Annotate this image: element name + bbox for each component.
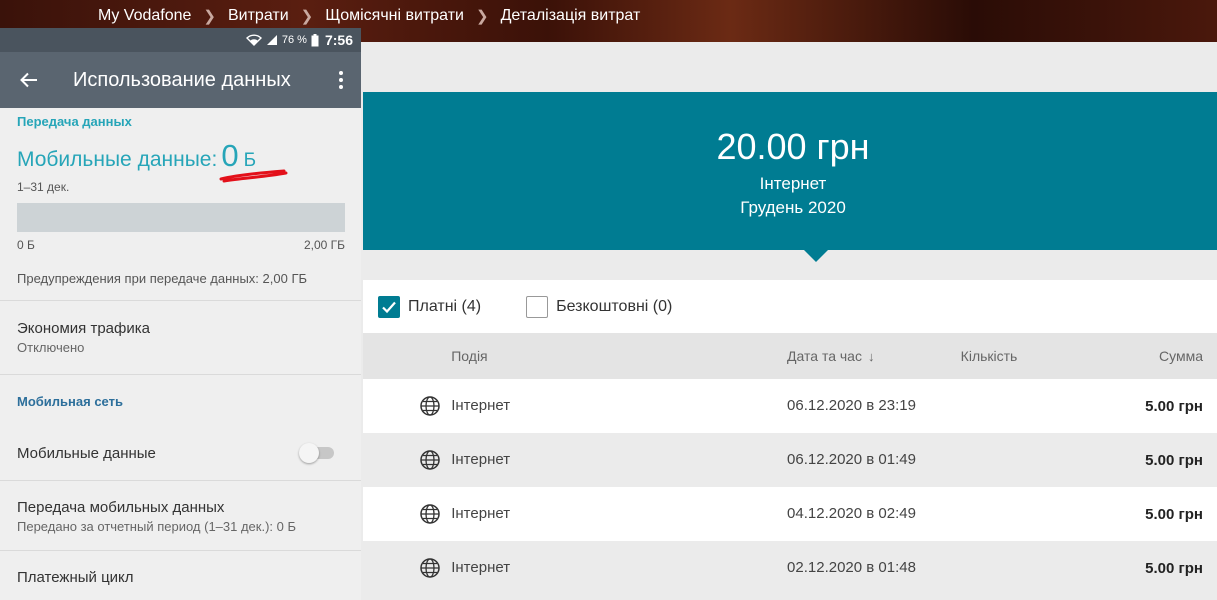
- more-vert-icon: [339, 71, 343, 89]
- expense-summary-banner: 20.00 грн Інтернет Грудень 2020: [363, 92, 1217, 250]
- breadcrumb-separator-icon: ❯: [475, 8, 489, 25]
- row-datetime: 06.12.2020 в 01:49: [787, 450, 916, 468]
- expense-table: Подія Дата та час ↓ Кількість Сумма Інтер…: [363, 333, 1217, 595]
- column-datetime-label: Дата та час: [787, 348, 862, 364]
- signal-icon: [266, 35, 277, 45]
- table-row: Інтернет 06.12.2020 в 01:49 5.00 грн: [363, 433, 1217, 487]
- globe-icon: [363, 503, 451, 525]
- table-header: Подія Дата та час ↓ Кількість Сумма: [363, 333, 1217, 379]
- table-row: Інтернет 04.12.2020 в 02:49 5.00 грн: [363, 487, 1217, 541]
- column-sum: Сумма: [1159, 348, 1203, 364]
- mobile-data-toggle-item[interactable]: Мобильные данные: [0, 442, 361, 464]
- row-sum: 5.00 грн: [1145, 505, 1203, 523]
- section-data-transfer: Передача данных: [17, 114, 132, 129]
- row-sum: 5.00 грн: [1145, 451, 1203, 469]
- row-datetime: 06.12.2020 в 23:19: [787, 396, 916, 414]
- globe-icon: [363, 557, 451, 579]
- row-sum: 5.00 грн: [1145, 397, 1203, 415]
- row-event: Інтернет: [451, 396, 511, 414]
- filter-free-label: Безкоштовні (0): [556, 297, 673, 315]
- row-sum: 5.00 грн: [1145, 559, 1203, 577]
- banner-pointer: [804, 250, 828, 262]
- billing-cycle-item[interactable]: Платежный цикл: [0, 551, 361, 586]
- usage-bar-labels: 0 Б 2,00 ГБ: [0, 238, 361, 252]
- summary-service: Інтернет: [759, 174, 827, 193]
- summary-period: Грудень 2020: [740, 198, 846, 217]
- filter-free[interactable]: Безкоштовні (0): [526, 295, 673, 318]
- free-checkbox[interactable]: [526, 295, 549, 318]
- row-event: Інтернет: [451, 504, 511, 522]
- column-datetime[interactable]: Дата та час ↓: [787, 348, 961, 364]
- billing-period: 1–31 дек.: [17, 180, 70, 194]
- battery-icon: [311, 33, 319, 46]
- summary-amount: 20.00 грн: [716, 126, 870, 167]
- battery-percent: 76 %: [281, 34, 307, 46]
- data-usage-bar: [17, 203, 345, 232]
- red-underline-annotation: [219, 169, 288, 183]
- status-bar: 76 % 7:56: [0, 28, 361, 52]
- row-event: Інтернет: [451, 558, 511, 576]
- mobile-data-label: Мобильные данные:: [17, 148, 218, 171]
- column-event: Подія: [451, 348, 488, 364]
- data-warning: Предупреждения при передаче данных: 2,00…: [17, 271, 308, 286]
- divider: [0, 374, 361, 375]
- filter-paid-label: Платні (4): [408, 297, 482, 315]
- sort-down-icon[interactable]: ↓: [868, 349, 875, 364]
- filter-bar: Платні (4) Безкоштовні (0): [363, 280, 1217, 333]
- back-arrow-icon: [20, 72, 37, 88]
- globe-icon: [363, 449, 451, 471]
- breadcrumb-expenses[interactable]: Витрати: [228, 7, 289, 25]
- checkmark-icon: [382, 301, 396, 313]
- app-bar: Использование данных: [0, 52, 361, 108]
- table-row: Інтернет 06.12.2020 в 23:19 5.00 грн: [363, 379, 1217, 433]
- screen-title: Использование данных: [73, 68, 291, 91]
- overflow-menu-button[interactable]: [321, 71, 361, 89]
- back-button[interactable]: [0, 72, 58, 88]
- mobile-data-toggle-label: Мобильные данные: [17, 444, 156, 462]
- mobile-data-switch[interactable]: [299, 443, 334, 463]
- android-data-usage-screenshot: 76 % 7:56 Использование данных Передача …: [0, 28, 361, 600]
- breadcrumb-expense-details: Деталізація витрат: [500, 7, 641, 24]
- section-mobile-network: Мобильная сеть: [17, 394, 123, 409]
- globe-icon: [363, 395, 451, 417]
- breadcrumb-my-vodafone[interactable]: My Vodafone: [98, 7, 191, 25]
- data-saver-status: Отключено: [17, 340, 85, 355]
- usage-bar-max: 2,00 ГБ: [303, 238, 345, 252]
- data-saver-title: Экономия трафика: [17, 320, 150, 337]
- breadcrumb-separator-icon: ❯: [300, 8, 314, 25]
- wifi-icon: [245, 34, 262, 46]
- paid-checkbox[interactable]: [378, 295, 400, 318]
- table-row: Інтернет 02.12.2020 в 01:48 5.00 грн: [363, 541, 1217, 595]
- breadcrumb-separator-icon: ❯: [203, 8, 216, 25]
- row-datetime: 02.12.2020 в 01:48: [787, 558, 916, 576]
- billing-cycle-title: Платежный цикл: [17, 569, 134, 586]
- filter-paid[interactable]: Платні (4): [378, 295, 482, 318]
- row-datetime: 04.12.2020 в 02:49: [787, 504, 916, 522]
- mobile-data-usage: Мобильные данные: 0 Б: [0, 138, 361, 174]
- clock: 7:56: [324, 32, 353, 48]
- breadcrumb-monthly-expenses[interactable]: Щомісячні витрати: [325, 7, 464, 25]
- data-saver-item[interactable]: Экономия трафика Отключено: [0, 301, 361, 374]
- mobile-data-transfer-sub: Передано за отчетный период (1–31 дек.):…: [17, 519, 297, 534]
- mobile-data-transfer-item[interactable]: Передача мобильных данных Передано за от…: [0, 481, 361, 550]
- usage-bar-min: 0 Б: [17, 238, 35, 252]
- mobile-data-transfer-title: Передача мобильных данных: [17, 499, 225, 516]
- row-event: Інтернет: [451, 450, 511, 468]
- column-quantity: Кількість: [960, 348, 1018, 364]
